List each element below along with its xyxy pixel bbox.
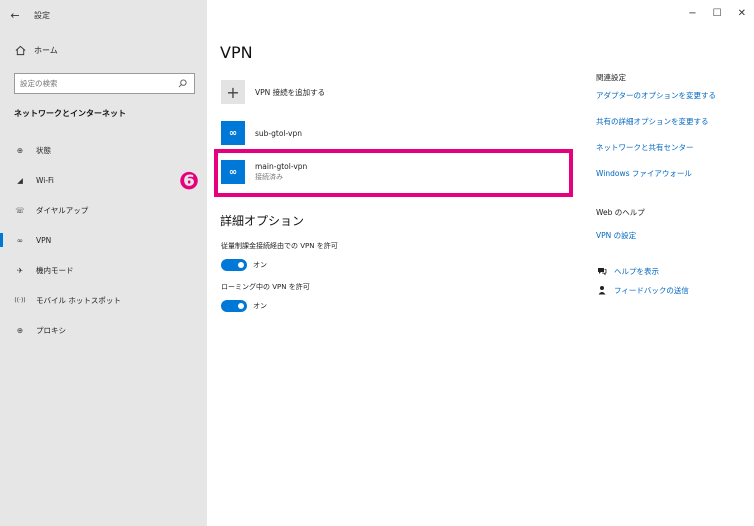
maximize-button[interactable]: ☐ (713, 8, 722, 19)
close-button[interactable]: ✕ (738, 8, 746, 19)
back-arrow-icon: ← (10, 8, 20, 22)
airplane-icon: ✈ (16, 265, 24, 275)
plus-icon: + (221, 80, 245, 104)
wifi-icon: ◢ (17, 175, 23, 185)
dialup-icon: ☏ (15, 205, 25, 215)
sidebar-item-label: プロキシ (36, 325, 66, 335)
home-icon (14, 44, 26, 56)
sidebar-item-label: 機内モード (36, 265, 74, 275)
network-sharing-center-link[interactable]: ネットワークと共有センター (596, 142, 746, 153)
metered-vpn-label: 従量制課金接続経由での VPN を許可 (221, 242, 338, 250)
status-icon: ⊕ (16, 145, 24, 155)
sidebar-item-airplane-mode[interactable]: ✈ 機内モード (0, 255, 207, 285)
vpn-connection-icon: ∞ (221, 121, 245, 145)
sidebar-item-proxy[interactable]: ⊕ プロキシ (0, 315, 207, 345)
help-chat-icon (596, 265, 608, 277)
feedback-link[interactable]: フィードバックの送信 (596, 284, 746, 296)
web-help-heading: Web のヘルプ (596, 208, 645, 217)
roaming-vpn-toggle[interactable] (221, 300, 247, 312)
sidebar-item-mobile-hotspot[interactable]: ((·)) モバイル ホットスポット (0, 285, 207, 315)
roaming-vpn-toggle-row: オン (221, 300, 267, 312)
toggle-state-label: オン (253, 261, 267, 269)
get-help-label: ヘルプを表示 (614, 266, 659, 276)
home-nav-item[interactable]: ホーム (14, 44, 58, 56)
search-icon[interactable] (176, 78, 188, 90)
metered-vpn-toggle-row: オン (221, 259, 267, 271)
search-placeholder: 設定の検索 (20, 79, 58, 88)
minimize-button[interactable]: − (688, 8, 696, 19)
vpn-connection-name: sub-gtol-vpn (255, 128, 302, 138)
vpn-icon: ∞ (16, 235, 24, 245)
main-content: − ☐ ✕ VPN + VPN 接続を追加する ∞ sub-gtol-vpn ∞… (207, 0, 754, 526)
sidebar-item-label: Wi-Fi (36, 175, 54, 185)
home-label: ホーム (34, 45, 58, 55)
search-input[interactable]: 設定の検索 (14, 73, 195, 94)
feedback-label: フィードバックの送信 (614, 285, 689, 295)
hotspot-icon: ((·)) (14, 296, 26, 304)
highlight-box (214, 149, 573, 197)
toggle-state-label: オン (253, 302, 267, 310)
sidebar-item-status[interactable]: ⊕ 状態 (0, 135, 207, 165)
related-settings-heading: 関連設定 (596, 73, 626, 82)
get-help-link[interactable]: ヘルプを表示 (596, 265, 746, 277)
adapter-options-link[interactable]: アダプターのオプションを変更する (596, 90, 746, 101)
feedback-person-icon (596, 284, 608, 296)
app-title: 設定 (34, 10, 50, 20)
sidebar-item-label: VPN (36, 235, 52, 245)
sidebar-item-vpn[interactable]: ∞ VPN (0, 225, 207, 255)
globe-icon: ⊕ (16, 325, 24, 335)
title-bar: ← 設定 (0, 0, 207, 30)
roaming-vpn-label: ローミング中の VPN を許可 (221, 283, 310, 291)
step-badge: ❻ (178, 167, 200, 195)
add-vpn-label: VPN 接続を追加する (255, 87, 326, 97)
advanced-options-heading: 詳細オプション (220, 214, 305, 228)
navigation-pane: ← 設定 ホーム 設定の検索 ネットワークとインターネット ⊕ 状態 ◢ Wi-… (0, 0, 207, 526)
sidebar-item-label: ダイヤルアップ (36, 205, 89, 215)
metered-vpn-toggle[interactable] (221, 259, 247, 271)
vpn-connection-item[interactable]: ∞ sub-gtol-vpn (221, 121, 302, 145)
window-controls: − ☐ ✕ (688, 8, 746, 19)
sidebar-item-dialup[interactable]: ☏ ダイヤルアップ (0, 195, 207, 225)
page-title: VPN (220, 43, 253, 62)
add-vpn-button[interactable]: + VPN 接続を追加する (221, 80, 325, 104)
advanced-sharing-link[interactable]: 共有の詳細オプションを変更する (596, 116, 746, 127)
related-settings: 関連設定 アダプターのオプションを変更する 共有の詳細オプションを変更する ネッ… (596, 72, 746, 296)
section-title: ネットワークとインターネット (14, 109, 126, 118)
sidebar-item-label: 状態 (36, 145, 51, 155)
sidebar-item-label: モバイル ホットスポット (36, 295, 121, 305)
vpn-setup-link[interactable]: VPN の設定 (596, 230, 746, 241)
windows-firewall-link[interactable]: Windows ファイアウォール (596, 168, 746, 179)
back-button[interactable]: ← (0, 0, 30, 30)
